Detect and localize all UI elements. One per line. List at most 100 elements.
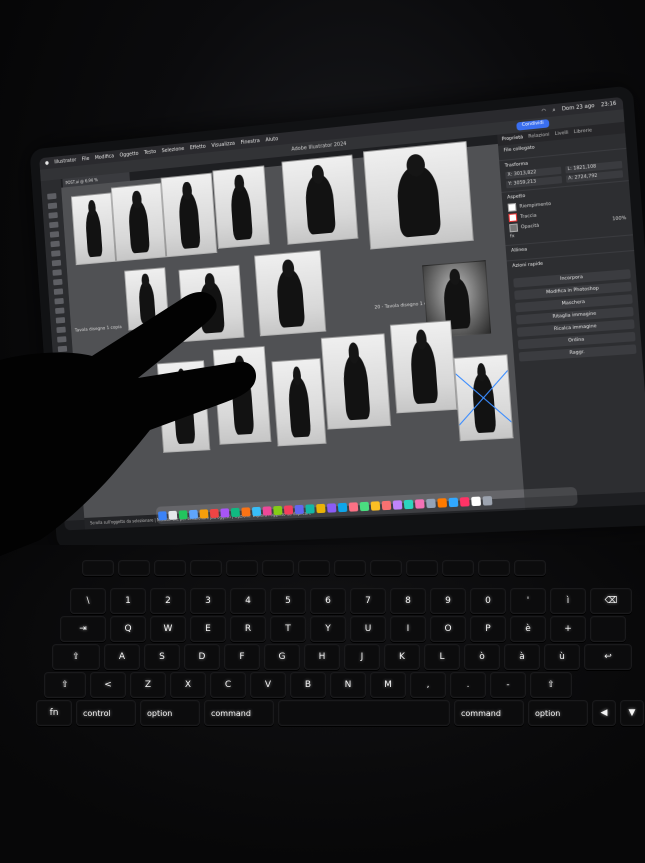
apple-logo-icon[interactable]: ● [45, 160, 49, 166]
width-tool-icon[interactable] [54, 297, 64, 305]
key-y[interactable]: Y [310, 616, 346, 642]
key-⇧[interactable]: ⇧ [530, 672, 572, 698]
key-i[interactable]: I [390, 616, 426, 642]
photo-thumbnail[interactable] [156, 360, 211, 453]
key-5[interactable]: 5 [270, 588, 306, 614]
eraser-tool-icon[interactable] [52, 269, 62, 276]
pencil-tool-icon[interactable] [51, 259, 62, 267]
rotate-tool-icon[interactable] [53, 278, 63, 286]
key-3[interactable]: 3 [190, 588, 226, 614]
eyedropper-tool-icon[interactable] [56, 326, 66, 334]
dock-app-icon[interactable] [188, 509, 199, 519]
photo-thumbnail[interactable] [124, 267, 170, 331]
key-q[interactable]: Q [110, 616, 146, 642]
direct-selection-tool-icon[interactable] [47, 202, 58, 210]
key-fn[interactable]: fn [36, 700, 72, 726]
key[interactable] [370, 560, 402, 576]
photo-thumbnail[interactable] [389, 320, 458, 414]
key-f[interactable]: F [224, 644, 260, 670]
key-7[interactable]: 7 [350, 588, 386, 614]
key-b[interactable]: B [290, 672, 326, 698]
dock-app-icon[interactable] [273, 505, 283, 515]
key[interactable] [154, 560, 186, 576]
dock-app-icon[interactable] [381, 500, 392, 510]
dock-app-icon[interactable] [359, 501, 370, 511]
key-u[interactable]: U [350, 616, 386, 642]
dock-app-icon[interactable] [326, 502, 337, 513]
dock-app-icon[interactable] [459, 496, 470, 507]
menu-date[interactable]: Dom 23 ago [562, 103, 595, 113]
key-8[interactable]: 8 [390, 588, 426, 614]
photo-thumbnail[interactable] [110, 182, 167, 262]
dock-app-icon[interactable] [482, 495, 493, 506]
key-z[interactable]: Z [130, 672, 166, 698]
dock-app-icon[interactable] [370, 500, 381, 511]
dock-app-icon[interactable] [437, 497, 448, 508]
key-↩[interactable]: ↩ [584, 644, 632, 670]
key-p[interactable]: P [470, 616, 506, 642]
key-r[interactable]: R [230, 616, 266, 642]
artboard-canvas[interactable]: Tavola disegno 1 copia 20 - Tavola diseg… [61, 140, 525, 518]
key[interactable] [590, 616, 626, 642]
key[interactable] [334, 560, 366, 576]
photo-thumbnail[interactable] [160, 172, 218, 258]
dock-app-icon[interactable] [230, 507, 240, 517]
photo-thumbnail[interactable] [70, 192, 117, 266]
dock-app-icon[interactable] [199, 508, 209, 518]
hand-tool-icon[interactable] [57, 336, 67, 343]
key-v[interactable]: V [250, 672, 286, 698]
key-n[interactable]: N [330, 672, 366, 698]
key-w[interactable]: W [150, 616, 186, 642]
gradient-tool-icon[interactable] [55, 317, 66, 324]
menu-item-effetto[interactable]: Effetto [190, 144, 206, 151]
key-ù[interactable]: ù [544, 644, 580, 670]
key-k[interactable]: K [384, 644, 420, 670]
key-m[interactable]: M [370, 672, 406, 698]
key-command[interactable]: command [204, 700, 274, 726]
key-option[interactable]: option [140, 700, 200, 726]
key-c[interactable]: C [210, 672, 246, 698]
photo-thumbnail[interactable] [320, 333, 392, 430]
dock-app-icon[interactable] [426, 498, 436, 508]
key-0[interactable]: 0 [470, 588, 506, 614]
key-l[interactable]: L [424, 644, 460, 670]
key-⇧[interactable]: ⇧ [44, 672, 86, 698]
line-tool-icon[interactable] [49, 231, 60, 238]
wifi-icon[interactable]: ◠ [541, 108, 546, 115]
search-icon[interactable]: ⌕ [552, 107, 555, 113]
key[interactable] [514, 560, 546, 576]
dock-app-icon[interactable] [448, 497, 459, 507]
scale-tool-icon[interactable] [53, 288, 64, 295]
rectangle-tool-icon[interactable] [50, 240, 60, 248]
key-control[interactable]: control [76, 700, 136, 726]
opacity-value[interactable]: 100% [612, 215, 626, 221]
key[interactable] [82, 560, 114, 576]
key-.[interactable]: . [450, 672, 486, 698]
key-d[interactable]: D [184, 644, 220, 670]
key-6[interactable]: 6 [310, 588, 346, 614]
menu-item-finestra[interactable]: Finestra [240, 138, 260, 146]
key-<[interactable]: < [90, 672, 126, 698]
key-t[interactable]: T [270, 616, 306, 642]
dock-app-icon[interactable] [392, 499, 403, 510]
dock-app-icon[interactable] [294, 504, 304, 514]
key[interactable] [226, 560, 258, 576]
key-⇪[interactable]: ⇪ [52, 644, 100, 670]
key[interactable] [406, 560, 438, 576]
menu-time[interactable]: 23:16 [601, 101, 617, 109]
key-◀[interactable]: ◀ [592, 700, 616, 726]
key-⇥[interactable]: ⇥ [60, 616, 106, 642]
photo-thumbnail[interactable] [281, 154, 359, 245]
dock-app-icon[interactable] [403, 499, 414, 509]
key[interactable] [262, 560, 294, 576]
photo-thumbnail[interactable] [271, 357, 327, 447]
dock-app-icon[interactable] [178, 509, 188, 519]
key[interactable] [298, 560, 330, 576]
menu-item-modifica[interactable]: Modifica [95, 153, 115, 161]
menu-item-aiuto[interactable]: Aiuto [265, 136, 278, 143]
tab-properties[interactable]: Proprietà [502, 135, 524, 142]
dock-app-icon[interactable] [414, 498, 425, 509]
key-g[interactable]: G [264, 644, 300, 670]
menu-item-visualizza[interactable]: Visualizza [211, 141, 235, 149]
pen-tool-icon[interactable] [48, 212, 58, 219]
